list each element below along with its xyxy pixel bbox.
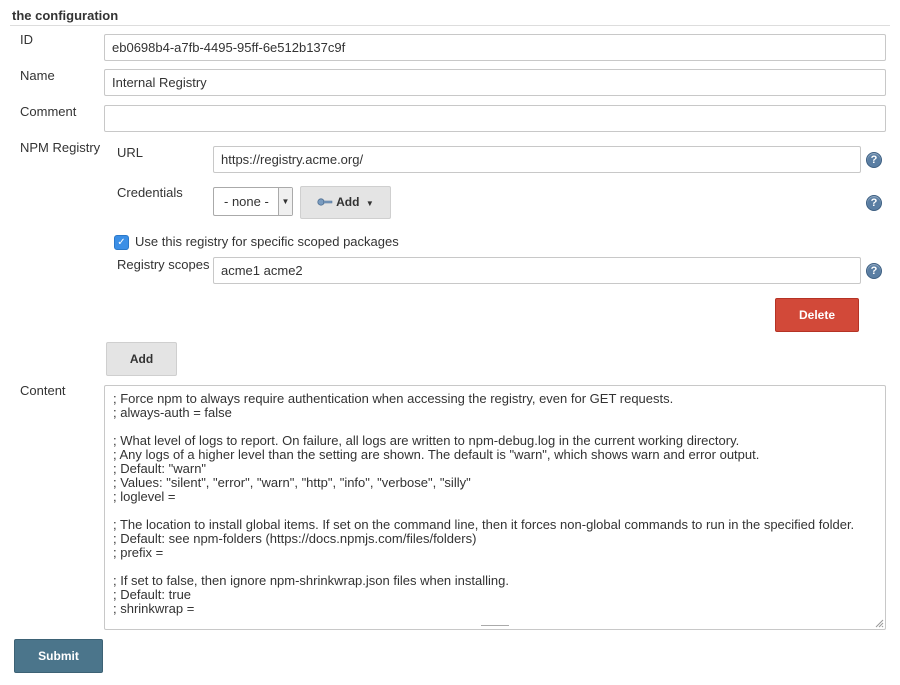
resize-corner-icon[interactable] [874, 618, 884, 628]
id-label: ID [20, 32, 33, 47]
registry-scopes-label: Registry scopes [117, 257, 210, 272]
key-icon [317, 187, 333, 218]
section-divider [10, 25, 890, 26]
add-credentials-button[interactable]: Add ▼ [300, 186, 391, 219]
caret-down-icon: ▼ [365, 199, 374, 208]
content-line: ; prefix = [113, 545, 164, 560]
add-credentials-label: Add [336, 195, 360, 209]
content-line: ; shrinkwrap = [113, 601, 195, 616]
comment-field[interactable] [104, 105, 886, 132]
scoped-packages-label: Use this registry for specific scoped pa… [135, 234, 399, 249]
content-label: Content [20, 383, 66, 398]
credentials-select[interactable]: - none - ▼ [213, 187, 293, 216]
name-field[interactable]: Internal Registry [104, 69, 886, 96]
registry-scopes-field[interactable]: acme1 acme2 [213, 257, 861, 284]
content-line [113, 504, 877, 518]
npm-registry-label: NPM Registry [20, 140, 101, 155]
add-registry-button[interactable]: Add [106, 342, 177, 376]
scoped-packages-checkbox[interactable]: ✓ [114, 235, 129, 250]
content-line: ; If set to false, then ignore npm-shrin… [113, 573, 509, 588]
credentials-label: Credentials [117, 185, 183, 200]
content-line [113, 420, 877, 434]
resize-grip-icon[interactable] [481, 625, 509, 629]
checkmark-icon: ✓ [117, 237, 126, 248]
credentials-selected-value: - none - [224, 194, 269, 209]
content-line: ; always-auth = false [113, 405, 232, 420]
submit-button[interactable]: Submit [14, 639, 103, 673]
content-line: ; What level of logs to report. On failu… [113, 433, 740, 448]
content-line: ; Default: see npm-folders (https://docs… [113, 531, 477, 546]
help-icon[interactable]: ? [866, 263, 882, 279]
content-line: ; Values: "silent", "error", "warn", "ht… [113, 475, 471, 490]
content-line: ; Force npm to always require authentica… [113, 391, 674, 406]
id-field[interactable]: eb0698b4-a7fb-4495-95ff-6e512b137c9f [104, 34, 886, 61]
content-line: ; Any logs of a higher level than the se… [113, 447, 760, 462]
delete-registry-button[interactable]: Delete [775, 298, 859, 332]
help-icon[interactable]: ? [866, 195, 882, 211]
content-line: ; Default: true [113, 587, 192, 602]
content-textarea[interactable]: ; Force npm to always require authentica… [104, 385, 886, 630]
content-line [113, 560, 877, 574]
name-label: Name [20, 68, 55, 83]
content-line: ; The location to install global items. … [113, 517, 855, 532]
content-line: ; Default: "warn" [113, 461, 207, 476]
content-line: ; loglevel = [113, 489, 176, 504]
url-label: URL [117, 145, 144, 160]
help-icon[interactable]: ? [866, 152, 882, 168]
caret-down-icon: ▼ [278, 188, 292, 215]
section-title: the configuration [12, 8, 119, 23]
url-field[interactable]: https://registry.acme.org/ [213, 146, 861, 173]
comment-label: Comment [20, 104, 77, 119]
